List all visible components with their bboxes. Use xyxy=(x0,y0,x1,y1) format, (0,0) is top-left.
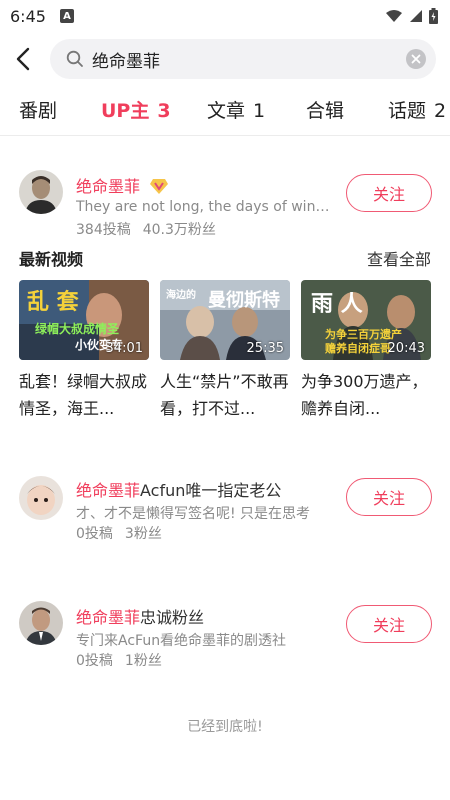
search-input[interactable]: 绝命墨菲 xyxy=(50,39,436,79)
video-title[interactable]: 乱套！绿帽大叔成情圣，海王... xyxy=(19,368,149,422)
close-icon xyxy=(411,54,421,64)
user-stats: 384投稿 40.3万粉丝 xyxy=(76,222,216,238)
latest-videos-header: 最新视频 查看全部 xyxy=(19,246,431,270)
tab-collections[interactable]: 合辑 xyxy=(306,96,344,123)
video-duration: 20:43 xyxy=(387,341,425,356)
user-name[interactable]: 绝命墨菲忠诚粉丝 xyxy=(76,604,204,628)
video-duration: 34:01 xyxy=(105,341,143,356)
user-name[interactable]: 绝命墨菲Acfun唯一指定老公 xyxy=(76,477,281,501)
video-overlay-sub: 海边的 xyxy=(166,290,196,301)
video-card[interactable]: 雨 人 为争三百万遗产 赡养自闭症哥 20:43 为争300万遗产，赡养自闭..… xyxy=(301,280,431,422)
follow-button[interactable]: 关注 xyxy=(346,605,432,643)
follow-button[interactable]: 关注 xyxy=(346,478,432,516)
tab-articles[interactable]: 文章 1 xyxy=(207,96,265,123)
video-overlay-title: 雨 人 xyxy=(311,292,363,317)
status-time: 6:45 xyxy=(10,6,46,26)
tabs-divider xyxy=(0,135,450,136)
avatar[interactable] xyxy=(19,170,63,214)
clear-search-button[interactable] xyxy=(406,49,426,69)
follow-button[interactable]: 关注 xyxy=(346,174,432,212)
search-query[interactable]: 绝命墨菲 xyxy=(92,47,406,72)
back-arrow-icon xyxy=(16,47,30,71)
video-thumbnail[interactable]: 乱 套 绿帽大叔成情圣 小伙变专 34:01 xyxy=(19,280,149,360)
user-signature: They are not long, the days of wine a... xyxy=(76,199,331,215)
battery-icon xyxy=(429,8,438,24)
section-title: 最新视频 xyxy=(19,250,84,269)
signal-icon xyxy=(410,10,422,22)
notification-a-icon: A xyxy=(59,9,74,23)
tab-bangumi[interactable]: 番剧 xyxy=(19,96,57,123)
end-of-list-text: 已经到底啦! xyxy=(187,719,263,735)
video-overlay-title: 乱 套 xyxy=(27,290,79,315)
avatar[interactable] xyxy=(19,601,63,645)
video-title[interactable]: 人生“禁片”不敢再看，打不过... xyxy=(160,368,290,422)
status-bar: 6:45 A xyxy=(0,0,450,32)
see-all-link[interactable]: 查看全部 xyxy=(367,246,431,270)
video-duration: 25:35 xyxy=(246,341,284,356)
user-signature: 专门来AcFun看绝命墨菲的剧透社 xyxy=(76,633,287,649)
video-card[interactable]: 海边的 曼彻斯特 25:35 人生“禁片”不敢再看，打不过... xyxy=(160,280,290,422)
video-overlay-sub: 赡养自闭症哥 xyxy=(325,342,391,355)
video-title[interactable]: 为争300万遗产，赡养自闭... xyxy=(301,368,431,422)
avatar[interactable] xyxy=(19,476,63,520)
user-signature: 才、才不是懒得写签名呢! 只是在思考 xyxy=(76,506,311,522)
user-stats: 0投稿 3粉丝 xyxy=(76,526,162,542)
video-overlay-title: 曼彻斯特 xyxy=(208,290,280,311)
search-icon xyxy=(66,50,83,67)
badge-icon xyxy=(150,179,169,194)
user-stats: 0投稿 1粉丝 xyxy=(76,653,162,669)
user-name[interactable]: 绝命墨菲 xyxy=(76,173,169,197)
video-thumbnail[interactable]: 海边的 曼彻斯特 25:35 xyxy=(160,280,290,360)
result-tabs: 番剧 UP主 3 文章 1 合辑 话题 2 xyxy=(0,88,450,134)
video-overlay-sub: 绿帽大叔成情圣 xyxy=(35,322,120,336)
wifi-icon xyxy=(386,10,402,22)
back-button[interactable] xyxy=(2,38,46,80)
video-thumbnail[interactable]: 雨 人 为争三百万遗产 赡养自闭症哥 20:43 xyxy=(301,280,431,360)
tab-topics[interactable]: 话题 2 xyxy=(388,96,446,123)
video-card[interactable]: 乱 套 绿帽大叔成情圣 小伙变专 34:01 乱套！绿帽大叔成情圣，海王... xyxy=(19,280,149,422)
search-header: 绝命墨菲 xyxy=(0,38,450,80)
tab-up-users[interactable]: UP主 3 xyxy=(101,96,171,123)
